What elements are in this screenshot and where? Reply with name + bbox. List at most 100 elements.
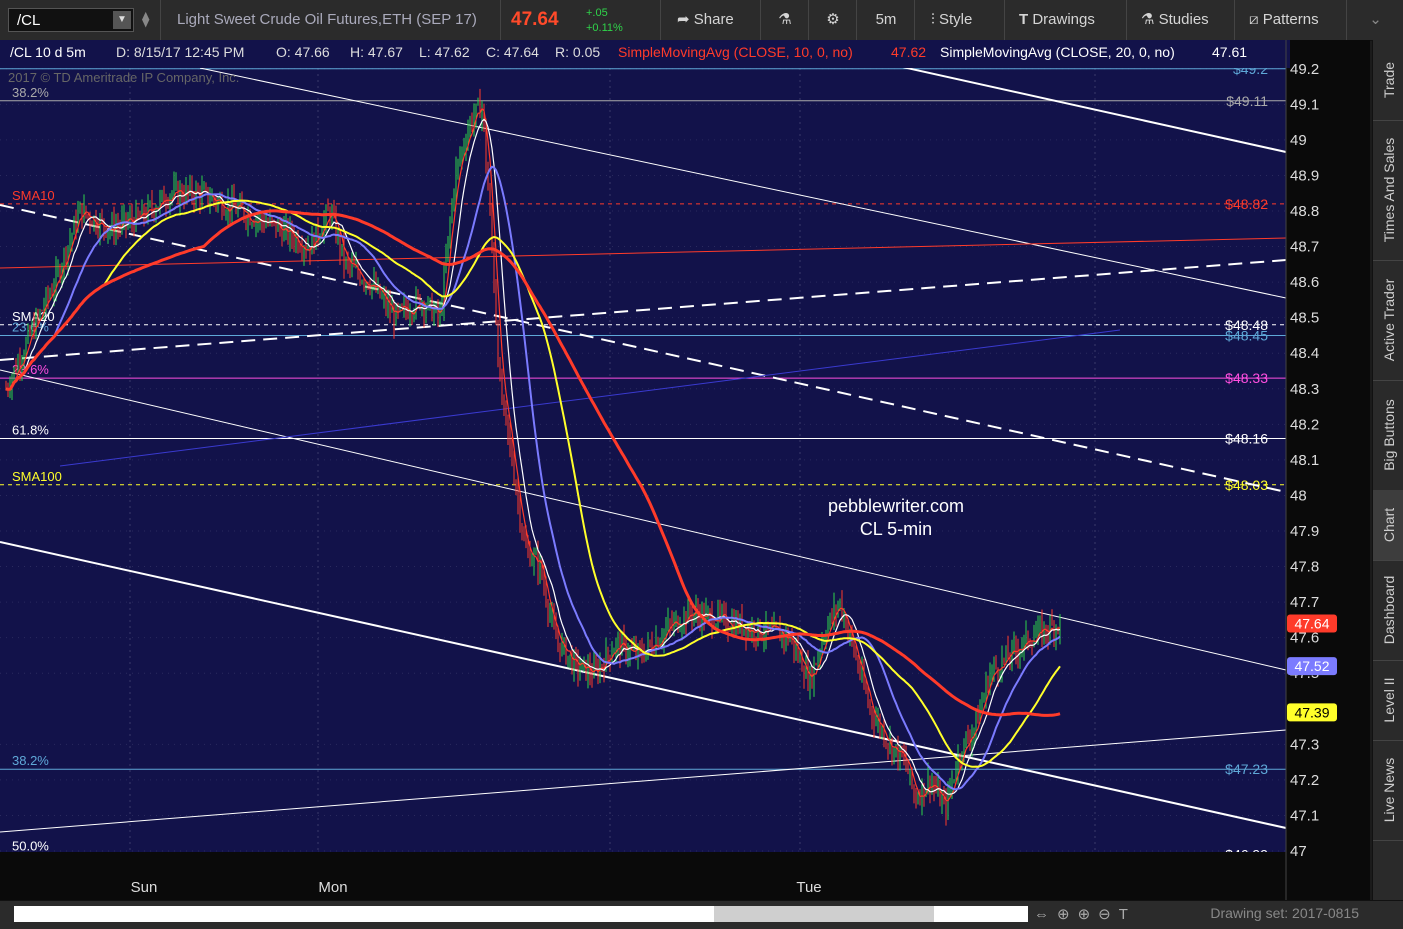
- price-tick-label: 48.4: [1290, 345, 1319, 362]
- bottom-bar: ⇔⊕⊕⊖T Drawing set: 2017-0815: [0, 900, 1403, 929]
- time-axis-label: Sun: [131, 879, 158, 896]
- bar-date: D: 8/15/17 12:45 PM: [116, 44, 244, 60]
- zoom-in-icon: ⊕: [1077, 906, 1099, 923]
- bar-open: O: 47.66: [276, 44, 330, 60]
- level-price-label: $48.82: [1225, 196, 1268, 212]
- copyright-text: 2017 © TD Ameritrade IP Company, Inc.: [8, 70, 239, 85]
- time-axis-background: [0, 852, 1286, 900]
- price-tick-label: 47.8: [1290, 559, 1319, 576]
- tab-trade[interactable]: Trade: [1373, 40, 1403, 121]
- price-tick-label: 48.5: [1290, 310, 1319, 327]
- price-tick-label: 48.1: [1290, 452, 1319, 469]
- price-tick-label: 48.6: [1290, 274, 1319, 291]
- text-tool-icon: T: [1019, 11, 1029, 28]
- expand-icon: ⇔: [1034, 906, 1057, 923]
- level-price-label: $48.33: [1225, 370, 1268, 386]
- chart-scrollbar[interactable]: [14, 906, 1028, 922]
- sma10-study-value: 47.62: [891, 44, 926, 60]
- level-price-label: $49.11: [1226, 93, 1268, 109]
- price-tick-label: 49.2: [1290, 61, 1319, 78]
- tab-live-news[interactable]: Live News: [1373, 740, 1403, 841]
- link-icon[interactable]: ⧫: [142, 0, 149, 40]
- crosshair-icon: ⊕: [1057, 906, 1078, 923]
- bar-close: C: 47.64: [486, 44, 539, 60]
- tab-level-ii[interactable]: Level II: [1373, 660, 1403, 741]
- symbol-description: Light Sweet Crude Oil Futures,ETH (SEP 1…: [160, 0, 477, 40]
- price-tag-label: 47.39: [1294, 704, 1329, 720]
- level-label: 38.2%: [12, 753, 49, 768]
- time-axis: Sun Mon Tue: [0, 852, 1286, 900]
- tab-big-buttons[interactable]: Big Buttons: [1373, 380, 1403, 491]
- share-icon: ➦: [677, 11, 690, 28]
- price-chart[interactable]: 14.6%$49.238.2%$49.11SMA10$48.82SMA20$48…: [0, 40, 1370, 900]
- level-price-label: $48.16: [1225, 431, 1268, 447]
- plot-background: [0, 40, 1290, 900]
- style-button[interactable]: ⫶ Style: [914, 0, 972, 40]
- candles-icon: ⫶: [931, 11, 935, 28]
- price-tags: 47.64 47.52 47.39: [1287, 614, 1337, 722]
- annotation-line-2: CL 5-min: [860, 519, 932, 539]
- time-axis-label: Tue: [796, 879, 821, 896]
- price-tick-label: 48.2: [1290, 416, 1319, 433]
- chevron-down-icon[interactable]: ▼: [113, 11, 131, 29]
- chevron-down-icon[interactable]: ⌄: [1346, 0, 1403, 40]
- tab-times-and-sales[interactable]: Times And Sales: [1373, 120, 1403, 261]
- level-label: 38.2%: [12, 85, 49, 100]
- tab-chart[interactable]: Chart: [1373, 490, 1403, 561]
- chart-title: /CL 10 d 5m: [10, 44, 86, 60]
- price-tick-label: 47: [1290, 843, 1307, 860]
- bar-high: H: 47.67: [350, 44, 403, 60]
- price-axis: 49.2 49.1 49 48.9 48.8 48.7 48.6 48.5 48.4 48.3 48…: [1290, 61, 1319, 860]
- net-change-percent: +0.11%: [586, 22, 623, 34]
- bar-range: R: 0.05: [555, 44, 600, 60]
- sma20-study-label: SimpleMovingAvg (CLOSE, 20, 0, no): [940, 44, 1175, 60]
- drawings-button[interactable]: T Drawings: [1004, 0, 1095, 40]
- price-tag-label: 47.52: [1294, 658, 1329, 674]
- sma10-study-label: SimpleMovingAvg (CLOSE, 10, 0, no): [618, 44, 853, 60]
- scrollbar-thumb[interactable]: [714, 906, 934, 922]
- patterns-icon: ⧄: [1249, 11, 1259, 28]
- annotation-line-1: pebblewriter.com: [828, 496, 964, 516]
- text-tool-icon: T: [1118, 906, 1136, 923]
- zoom-out-icon: ⊖: [1098, 906, 1119, 923]
- level-price-label: $47.23: [1225, 761, 1268, 777]
- zoom-controls[interactable]: ⇔⊕⊕⊖T: [1034, 905, 1136, 923]
- price-tick-label: 47.3: [1290, 736, 1319, 753]
- level-label: 61.8%: [12, 423, 49, 438]
- level-price-label: $48.45: [1225, 327, 1268, 343]
- chart-area[interactable]: 14.6%$49.238.2%$49.11SMA10$48.82SMA20$48…: [0, 40, 1370, 900]
- price-tick-label: 47.7: [1290, 594, 1319, 611]
- right-sidebar: Trade Times And Sales Active Trader Big …: [1372, 40, 1403, 900]
- price-tick-label: 47.1: [1290, 807, 1319, 824]
- share-button[interactable]: ➦ Share: [660, 0, 734, 40]
- flask-icon: ⚗: [1141, 11, 1155, 28]
- gear-icon[interactable]: ⚙: [808, 0, 857, 40]
- tab-dashboard[interactable]: Dashboard: [1373, 560, 1403, 661]
- price-tick-label: 48.9: [1290, 167, 1319, 184]
- sma20-study-value: 47.61: [1212, 44, 1247, 60]
- price-tick-label: 48: [1290, 487, 1307, 504]
- price-tick-label: 47.9: [1290, 523, 1319, 540]
- level-label: SMA10: [12, 188, 55, 203]
- studies-button[interactable]: ⚗ Studies: [1126, 0, 1209, 40]
- level-label: SMA100: [12, 469, 62, 484]
- symbol-text: /CL: [17, 12, 41, 29]
- flask-icon[interactable]: ⚗: [760, 0, 809, 40]
- price-tick-label: 48.8: [1290, 203, 1319, 220]
- price-tick-label: 49.1: [1290, 96, 1319, 113]
- timeframe-button[interactable]: 5m: [856, 0, 915, 40]
- price-tick-label: 47.2: [1290, 772, 1319, 789]
- patterns-button[interactable]: ⧄ Patterns: [1234, 0, 1319, 40]
- last-price: 47.64: [500, 0, 559, 40]
- price-tag-label: 47.64: [1294, 615, 1329, 631]
- bar-low: L: 47.62: [419, 44, 470, 60]
- symbol-input[interactable]: /CL ▼: [8, 8, 134, 32]
- price-tick-label: 48.7: [1290, 239, 1319, 256]
- net-change: +.05: [586, 7, 608, 19]
- price-tick-label: 48.3: [1290, 381, 1319, 398]
- time-axis-label: Mon: [318, 879, 347, 896]
- tab-active-trader[interactable]: Active Trader: [1373, 260, 1403, 381]
- drawing-set-label[interactable]: Drawing set: 2017-0815: [1210, 905, 1359, 921]
- price-tick-label: 49: [1290, 132, 1307, 149]
- level-label: 50.0%: [12, 839, 49, 854]
